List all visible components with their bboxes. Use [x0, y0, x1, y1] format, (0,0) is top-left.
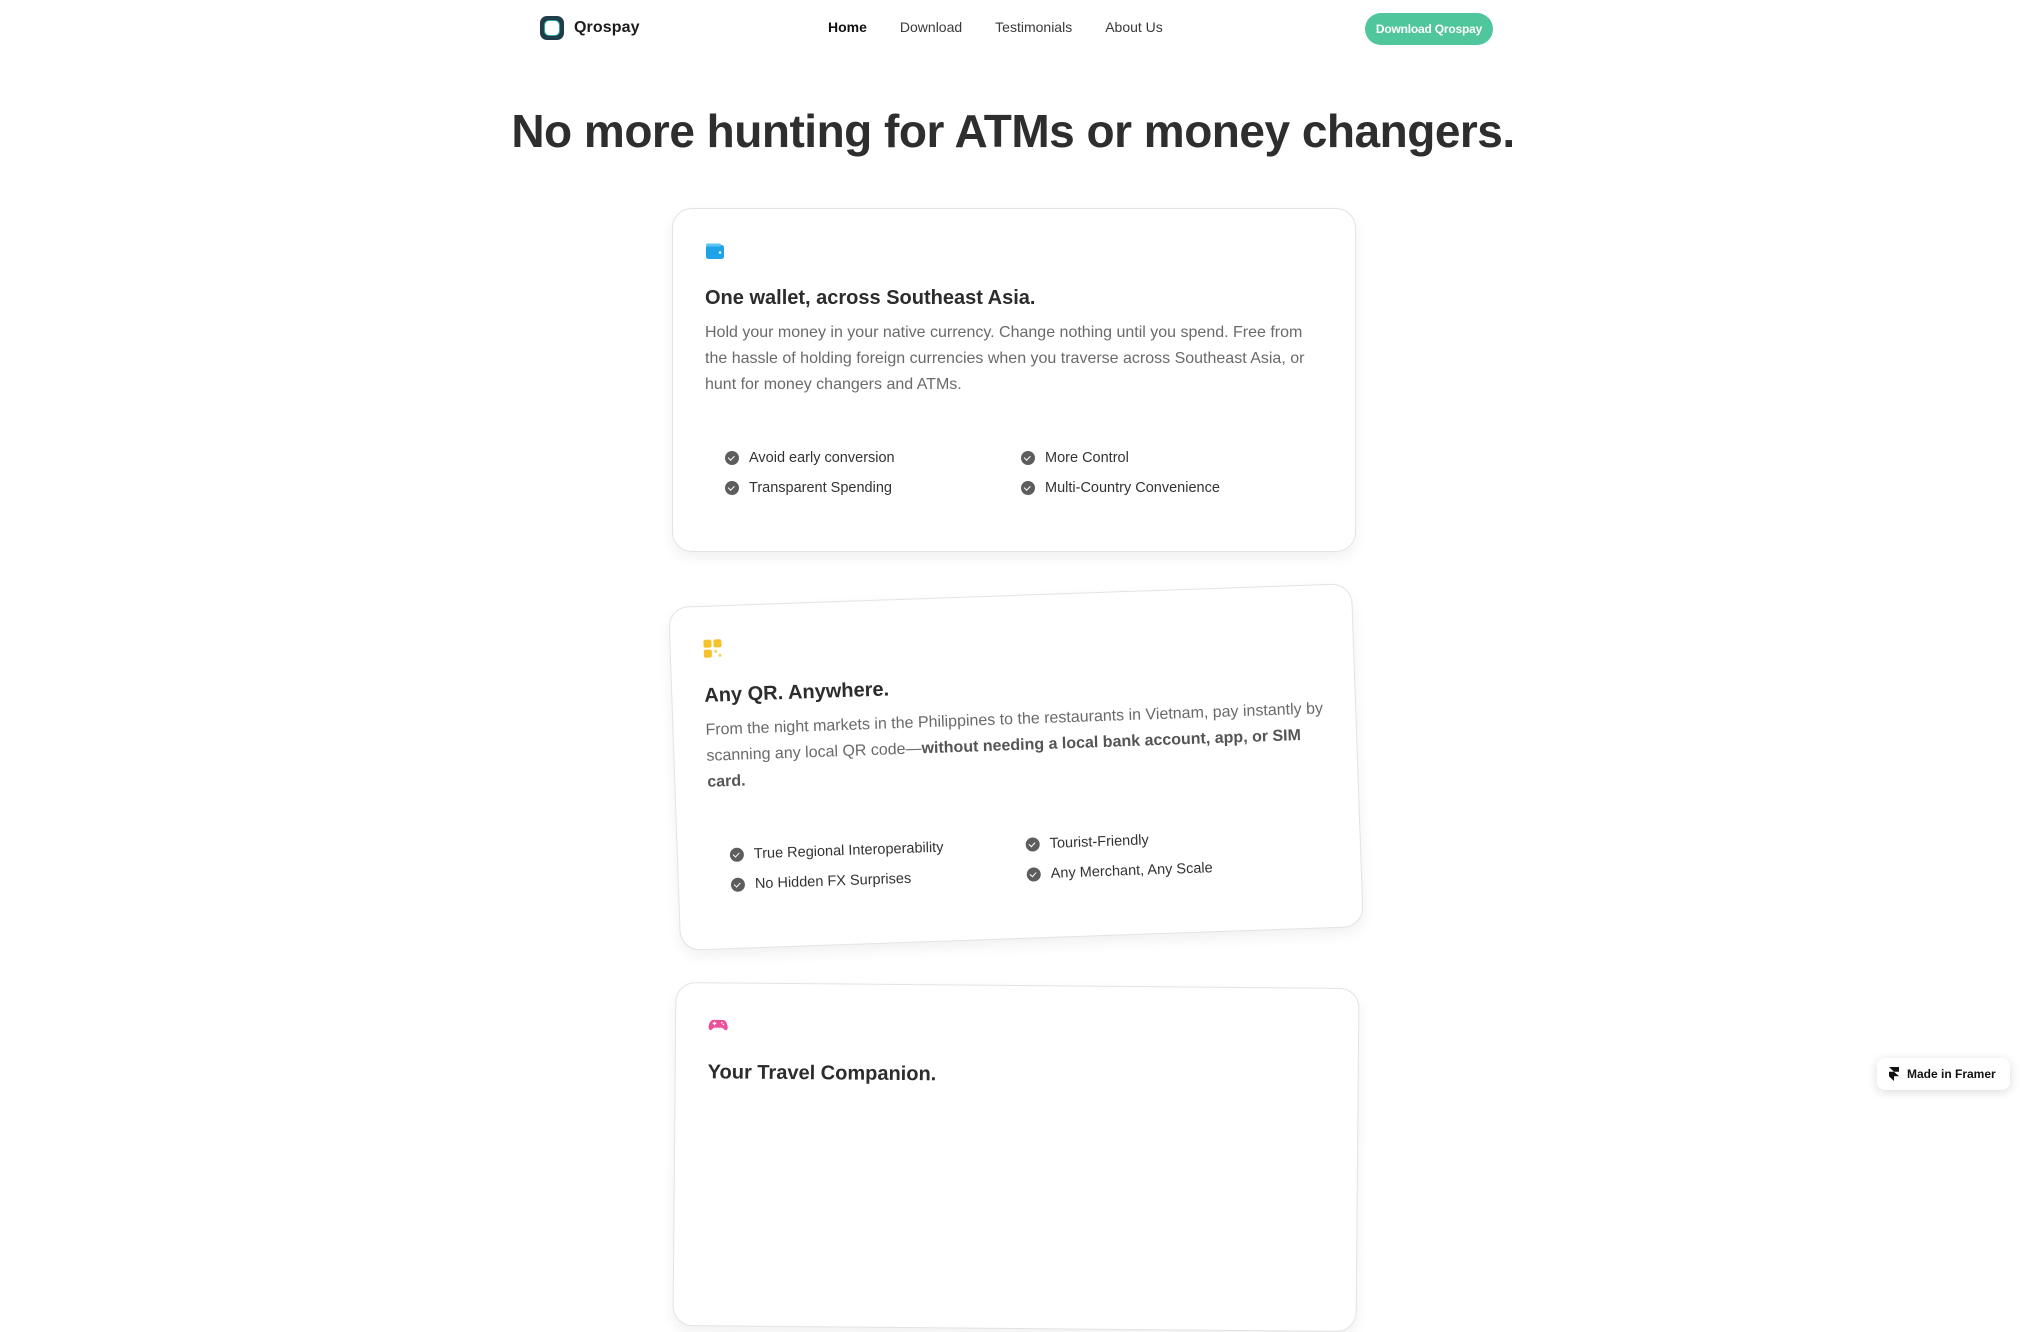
card-title: Your Travel Companion. — [707, 1061, 937, 1086]
feature-label: Multi-Country Convenience — [1045, 480, 1220, 496]
qr-grid-icon — [703, 639, 722, 658]
feature-item: Any Merchant, Any Scale — [1026, 856, 1322, 882]
main-menu: Home Download Testimonials About Us — [828, 19, 1163, 35]
feature-label: More Control — [1045, 450, 1129, 466]
made-in-framer-badge[interactable]: Made in Framer — [1877, 1058, 2010, 1090]
feature-label: Tourist-Friendly — [1049, 832, 1150, 852]
nav-link-home[interactable]: Home — [828, 19, 867, 35]
card-title: One wallet, across Southeast Asia. — [705, 287, 1036, 309]
check-circle-icon — [729, 847, 745, 863]
check-circle-icon — [1021, 481, 1035, 495]
card-description: Hold your money in your native currency.… — [705, 324, 1305, 393]
check-circle-icon — [730, 877, 746, 893]
check-circle-icon — [1021, 451, 1035, 465]
nav-link-download[interactable]: Download — [900, 19, 962, 35]
download-qrospay-button[interactable]: Download Qrospay — [1365, 13, 1493, 45]
feature-label: Transparent Spending — [749, 480, 892, 496]
brand-name: Qrospay — [574, 19, 640, 36]
feature-card-wallet: One wallet, across Southeast Asia. Hold … — [672, 208, 1356, 552]
feature-item: More Control — [1021, 450, 1317, 466]
feature-card-travel: Your Travel Companion. — [672, 982, 1360, 1332]
feature-list: Avoid early conversion More Control Tran… — [705, 450, 1323, 496]
feature-item: Tourist-Friendly — [1025, 826, 1321, 852]
feature-item: True Regional Interoperability — [729, 837, 1026, 863]
framer-logo-icon — [1889, 1067, 1899, 1081]
qrospay-logo-icon — [540, 16, 564, 40]
feature-item: Avoid early conversion — [725, 450, 1021, 466]
feature-item: Multi-Country Convenience — [1021, 480, 1317, 496]
feature-label: True Regional Interoperability — [753, 839, 944, 863]
nav-link-about-us[interactable]: About Us — [1105, 19, 1163, 35]
check-circle-icon — [725, 481, 739, 495]
wallet-icon — [706, 243, 724, 259]
check-circle-icon — [1026, 867, 1042, 882]
feature-item: Transparent Spending — [725, 480, 1021, 496]
check-circle-icon — [1025, 837, 1040, 852]
check-circle-icon — [725, 451, 739, 465]
feature-label: No Hidden FX Surprises — [754, 870, 912, 893]
feature-card-qr: Any QR. Anywhere. From the night markets… — [668, 583, 1364, 951]
gamepad-icon — [708, 1019, 728, 1031]
feature-label: Avoid early conversion — [749, 450, 895, 466]
top-navbar: Qrospay Home Download Testimonials About… — [0, 0, 2026, 58]
card-description: From the night markets in the Philippine… — [705, 696, 1327, 796]
badge-label: Made in Framer — [1907, 1067, 1996, 1081]
feature-label: Any Merchant, Any Scale — [1050, 860, 1213, 882]
feature-item: No Hidden FX Surprises — [730, 867, 1027, 893]
feature-list: True Regional Interoperability Tourist-F… — [710, 826, 1329, 894]
hero-title: No more hunting for ATMs or money change… — [511, 105, 1515, 157]
brand-logo-link[interactable]: Qrospay — [540, 16, 640, 40]
nav-link-testimonials[interactable]: Testimonials — [995, 19, 1072, 35]
